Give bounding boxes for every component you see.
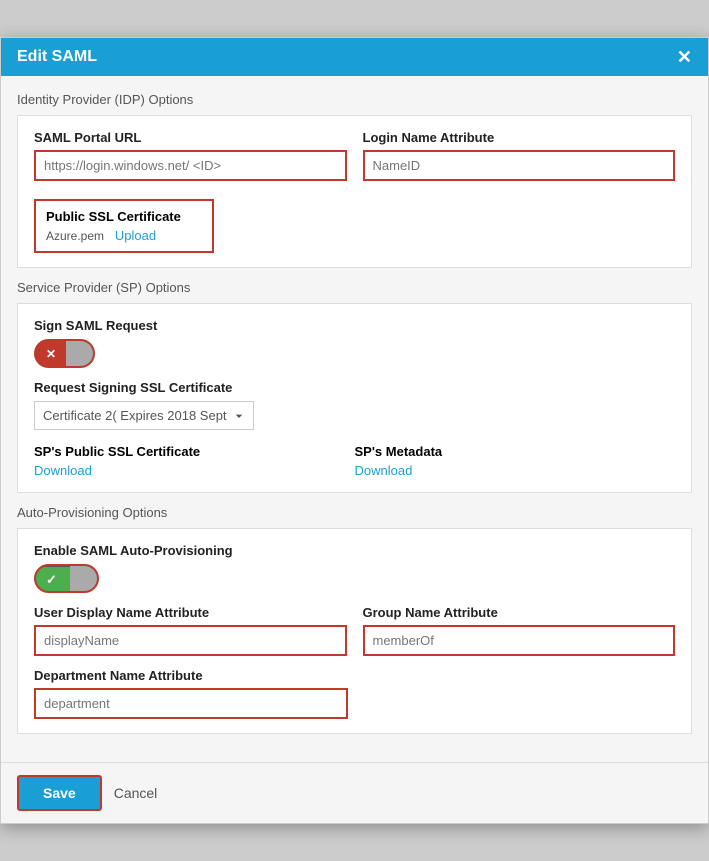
request-signing-ssl-container: Request Signing SSL Certificate Certific… [34,380,675,430]
sp-metadata-label: SP's Metadata [355,444,676,459]
saml-portal-url-label: SAML Portal URL [34,130,347,145]
sign-saml-toggle-switch[interactable] [34,339,95,368]
department-name-container: Department Name Attribute [34,668,675,719]
department-name-label: Department Name Attribute [34,668,675,683]
auto-provisioning-toggle-switch[interactable] [34,564,99,593]
request-signing-ssl-select[interactable]: Certificate 2( Expires 2018 September ) [34,401,254,430]
sign-saml-request-label: Sign SAML Request [34,318,675,333]
toggle-off-gray-part [66,341,93,366]
modal-header: Edit SAML ✕ [1,38,708,76]
login-name-attribute-label: Login Name Attribute [363,130,676,145]
sp-metadata-col: SP's Metadata Download [355,444,676,478]
sign-saml-toggle[interactable] [34,339,675,368]
sp-public-ssl-download-link[interactable]: Download [34,463,92,478]
auto-provisioning-section-box: Enable SAML Auto-Provisioning User Displ… [17,528,692,734]
enable-auto-provisioning-label: Enable SAML Auto-Provisioning [34,543,675,558]
sp-bottom-row: SP's Public SSL Certificate Download SP'… [34,444,675,478]
saml-portal-url-input[interactable] [34,150,347,181]
request-signing-ssl-label: Request Signing SSL Certificate [34,380,675,395]
sp-section-box: Sign SAML Request Request Signing SSL Ce… [17,303,692,493]
idp-top-row: SAML Portal URL Login Name Attribute [34,130,675,181]
public-ssl-cert-container: Public SSL Certificate Azure.pem Upload [34,191,675,253]
toggle-on-part [36,567,70,591]
sp-section-label: Service Provider (SP) Options [17,280,692,295]
login-name-attribute-col: Login Name Attribute [363,130,676,181]
group-name-input[interactable] [363,625,676,656]
close-button[interactable]: ✕ [677,48,692,66]
department-name-input[interactable] [34,688,348,719]
sign-saml-request-container: Sign SAML Request [34,318,675,368]
checkmark-icon [46,572,60,586]
cert-filename: Azure.pem [46,229,104,243]
public-ssl-cert-label: Public SSL Certificate [46,209,202,224]
idp-section-label: Identity Provider (IDP) Options [17,92,692,107]
sp-public-ssl-col: SP's Public SSL Certificate Download [34,444,355,478]
modal-footer: Save Cancel [1,762,708,823]
auto-provisioning-section-label: Auto-Provisioning Options [17,505,692,520]
attributes-top-row: User Display Name Attribute Group Name A… [34,605,675,656]
public-ssl-cert-box: Public SSL Certificate Azure.pem Upload [34,199,214,253]
cancel-button[interactable]: Cancel [114,785,158,801]
toggle-off-part [36,341,66,366]
toggle-on-gray-part [70,566,97,591]
upload-link[interactable]: Upload [115,228,156,243]
login-name-attribute-input[interactable] [363,150,676,181]
user-display-name-col: User Display Name Attribute [34,605,347,656]
user-display-name-label: User Display Name Attribute [34,605,347,620]
request-signing-ssl-select-wrapper: Certificate 2( Expires 2018 September ) [34,401,675,430]
enable-auto-provisioning-toggle[interactable] [34,564,675,593]
sp-public-ssl-label: SP's Public SSL Certificate [34,444,355,459]
group-name-label: Group Name Attribute [363,605,676,620]
sp-metadata-download-link[interactable]: Download [355,463,413,478]
group-name-col: Group Name Attribute [363,605,676,656]
modal-body: Identity Provider (IDP) Options SAML Por… [1,76,708,762]
enable-auto-provisioning-container: Enable SAML Auto-Provisioning [34,543,675,593]
user-display-name-input[interactable] [34,625,347,656]
modal-title: Edit SAML [17,48,97,66]
idp-section-box: SAML Portal URL Login Name Attribute Pub… [17,115,692,268]
saml-portal-url-col: SAML Portal URL [34,130,347,181]
edit-saml-modal: Edit SAML ✕ Identity Provider (IDP) Opti… [0,37,709,824]
save-button[interactable]: Save [17,775,102,811]
xmark-icon [46,346,56,361]
